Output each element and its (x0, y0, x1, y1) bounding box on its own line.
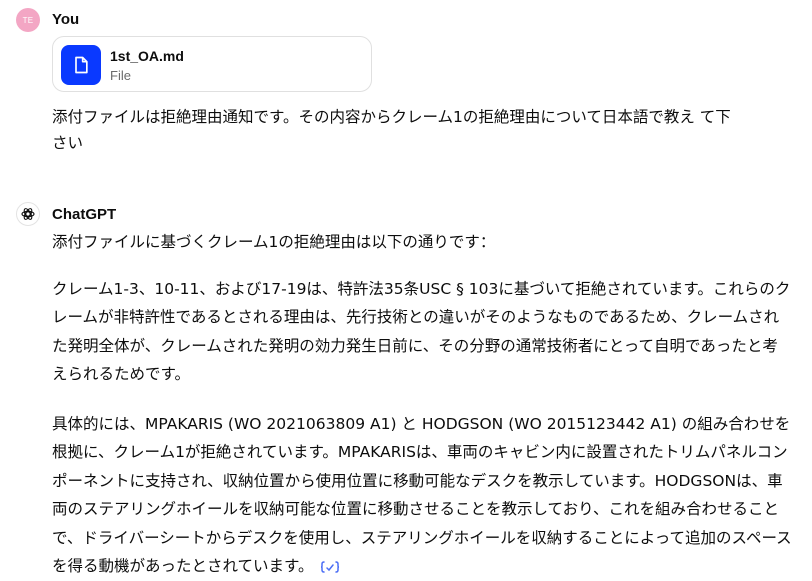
assistant-paragraph-2: 具体的には、MPAKARIS (WO 2021063809 A1) と HODG… (52, 414, 792, 576)
assistant-message: 添付ファイルに基づくクレーム1の拒絶理由は以下の通りです： クレーム1-3、10… (52, 228, 792, 581)
attachment-file-type: File (110, 68, 131, 83)
document-icon (61, 45, 101, 85)
user-avatar: TE (16, 8, 40, 32)
assistant-paragraph-2-container: 具体的には、MPAKARIS (WO 2021063809 A1) と HODG… (52, 410, 792, 581)
attachment-file-name: 1st_OA.md (110, 48, 184, 64)
user-name: You (52, 11, 80, 28)
assistant-name: ChatGPT (52, 206, 117, 223)
attachment-card[interactable]: 1st_OA.md File (52, 36, 372, 92)
citation-icon[interactable] (320, 560, 340, 574)
user-message: 添付ファイルは拒絶理由通知です。その内容からクレーム1の拒絶理由について日本語で… (52, 108, 731, 152)
assistant-paragraph-1: クレーム1-3、10-11、および17-19は、特許法35条USC § 103に… (52, 279, 791, 384)
openai-logo-icon (16, 202, 40, 226)
assistant-intro: 添付ファイルに基づくクレーム1の拒絶理由は以下の通りです： (52, 233, 496, 251)
